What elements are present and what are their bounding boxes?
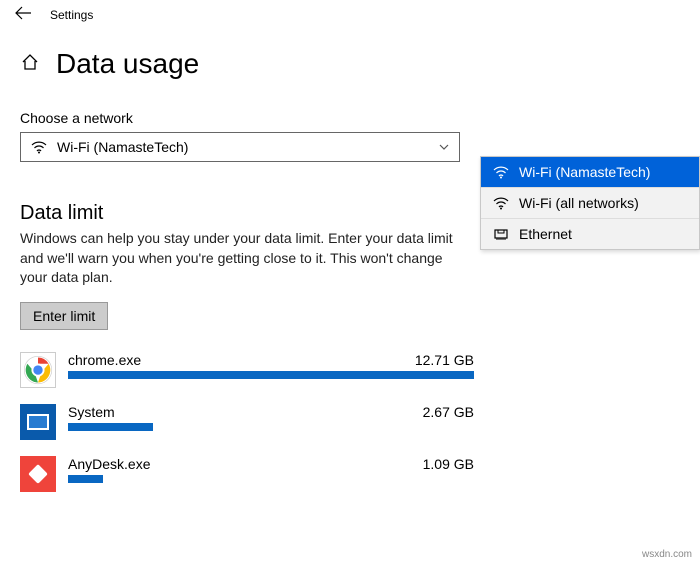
usage-bar bbox=[68, 475, 474, 483]
dropdown-item-2[interactable]: Ethernet bbox=[481, 219, 699, 249]
usage-row: AnyDesk.exe 1.09 GB bbox=[20, 456, 680, 492]
chrome-icon bbox=[20, 352, 56, 388]
usage-bar bbox=[68, 423, 474, 431]
wifi-icon bbox=[493, 164, 509, 180]
choose-network-label: Choose a network bbox=[20, 110, 680, 126]
app-name: AnyDesk.exe bbox=[68, 456, 150, 472]
wifi-icon bbox=[493, 195, 509, 211]
usage-row: System 2.67 GB bbox=[20, 404, 680, 440]
ethernet-icon bbox=[493, 226, 509, 242]
dropdown-item-label: Ethernet bbox=[519, 226, 572, 242]
app-usage-amount: 1.09 GB bbox=[423, 456, 474, 472]
app-name: System bbox=[68, 404, 115, 420]
dropdown-item-label: Wi-Fi (all networks) bbox=[519, 195, 639, 211]
data-limit-description: Windows can help you stay under your dat… bbox=[20, 229, 470, 288]
page-title: Data usage bbox=[56, 48, 199, 80]
anydesk-icon bbox=[20, 456, 56, 492]
system-icon bbox=[20, 404, 56, 440]
back-arrow[interactable] bbox=[14, 6, 32, 24]
usage-row: chrome.exe 12.71 GB bbox=[20, 352, 680, 388]
app-usage-amount: 12.71 GB bbox=[415, 352, 474, 368]
enter-limit-button[interactable]: Enter limit bbox=[20, 302, 108, 330]
dropdown-item-0[interactable]: Wi-Fi (NamasteTech) bbox=[481, 157, 699, 188]
dropdown-item-1[interactable]: Wi-Fi (all networks) bbox=[481, 188, 699, 219]
app-usage-amount: 2.67 GB bbox=[423, 404, 474, 420]
network-dropdown: Wi-Fi (NamasteTech) Wi-Fi (all networks) E… bbox=[480, 156, 700, 250]
home-icon[interactable] bbox=[20, 52, 40, 77]
window-title: Settings bbox=[50, 8, 93, 22]
wifi-icon bbox=[31, 139, 47, 155]
watermark: wsxdn.com bbox=[642, 549, 692, 560]
app-name: chrome.exe bbox=[68, 352, 141, 368]
dropdown-item-label: Wi-Fi (NamasteTech) bbox=[519, 164, 650, 180]
network-select[interactable]: Wi-Fi (NamasteTech) bbox=[20, 132, 460, 162]
usage-bar bbox=[68, 371, 474, 379]
network-select-value: Wi-Fi (NamasteTech) bbox=[57, 139, 188, 155]
chevron-down-icon bbox=[439, 141, 449, 153]
